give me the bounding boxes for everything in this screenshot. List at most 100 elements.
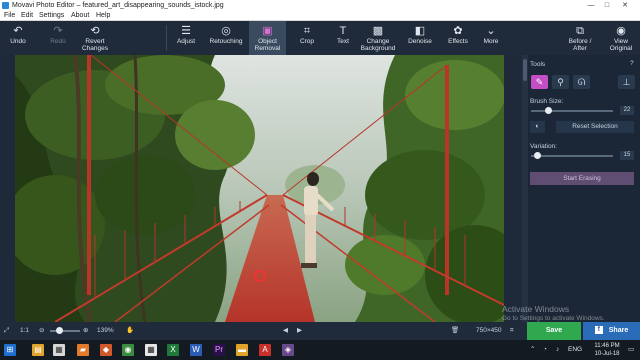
windows-taskbar: ⊞ ▤ ▦ ▰ ◆ ◉ ▦ X W Pr ▬ A ◈ ⌃ ◔ ♪ ENG 11:…	[0, 340, 640, 360]
start-icon[interactable]: ⊞	[4, 344, 16, 356]
brush-tool-button[interactable]: ✎	[531, 75, 548, 89]
zoom-knob[interactable]	[56, 327, 63, 334]
clock[interactable]: 11:46 PM 10-Jul-18	[590, 342, 624, 358]
more-button[interactable]: ⌄ More	[478, 21, 504, 55]
keyboard-language[interactable]: ENG	[568, 340, 582, 360]
brush-size-label: Brush Size:	[530, 98, 564, 105]
change-bg-label-2: Background	[360, 44, 396, 52]
app-icon-orange[interactable]: ▰	[77, 344, 89, 356]
denoise-label: Denoise	[408, 38, 432, 45]
retouch-icon: ◎	[221, 25, 231, 37]
brush-size-knob[interactable]	[545, 107, 552, 114]
variation-knob[interactable]	[534, 152, 541, 159]
undo-label: Undo	[10, 38, 26, 45]
excel-icon[interactable]: X	[167, 344, 179, 356]
word-icon[interactable]: W	[190, 344, 202, 356]
share-button[interactable]: f Share	[583, 322, 640, 340]
minimize-button[interactable]: —	[584, 0, 598, 11]
effects-button[interactable]: ✿ Effects	[443, 21, 473, 55]
watermark-line-1: Activate Windows	[502, 304, 570, 314]
before-after-button[interactable]: ⧉ Before / After	[564, 21, 596, 55]
close-button[interactable]: ✕	[618, 0, 632, 11]
premiere-icon[interactable]: Pr	[213, 344, 225, 356]
view-original-button[interactable]: ◉ View Original	[604, 21, 638, 55]
file-explorer-icon[interactable]: ▤	[32, 344, 44, 356]
object-removal-button[interactable]: ▣ Object Removal	[249, 21, 286, 55]
change-background-button[interactable]: ▩ Change Background	[358, 21, 398, 55]
variation-value[interactable]: 15	[620, 151, 634, 160]
previous-image-icon[interactable]: ◀	[283, 322, 288, 340]
stamp-tool-button[interactable]: ⊥	[618, 75, 635, 89]
background-icon: ▩	[372, 25, 384, 37]
facebook-icon: f	[594, 326, 603, 335]
app-icon-red[interactable]: ◆	[100, 344, 112, 356]
maximize-button[interactable]: □	[600, 0, 614, 11]
revert-changes-button[interactable]: ⟲ Revert Changes	[78, 21, 112, 55]
help-icon[interactable]: ?	[630, 60, 634, 67]
title-bar: Movavi Photo Editor – featured_art_disap…	[0, 0, 640, 11]
more-label: More	[483, 38, 499, 45]
chrome-icon[interactable]: ◉	[122, 344, 134, 356]
brush-cursor	[254, 270, 266, 282]
retouching-button[interactable]: ◎ Retouching	[206, 21, 246, 55]
menu-edit[interactable]: Edit	[21, 11, 33, 21]
eye-icon: ◉	[616, 25, 626, 37]
adjust-button[interactable]: ☰ Adjust	[170, 21, 202, 55]
revert-label-2: Changes	[81, 44, 109, 52]
before-after-icon: ⧉	[576, 25, 584, 37]
folder-icon[interactable]: ▬	[236, 344, 248, 356]
scrollbar-thumb[interactable]	[523, 59, 527, 81]
start-erasing-button[interactable]: Start Erasing	[530, 172, 634, 185]
lasso-tool-button[interactable]: ᘏ	[573, 75, 590, 89]
store-icon[interactable]: ▦	[53, 344, 65, 356]
menu-settings[interactable]: Settings	[39, 11, 64, 21]
fullscreen-icon[interactable]: ⤢	[4, 322, 9, 340]
crop-button[interactable]: ⌗ Crop	[292, 21, 322, 55]
share-label: Share	[608, 327, 629, 334]
watermark-line-2: Go to Settings to activate Windows.	[502, 315, 605, 322]
trash-icon[interactable]: 🗑	[451, 322, 459, 340]
notifications-icon[interactable]: ▭	[628, 340, 634, 360]
text-button[interactable]: T Text	[328, 21, 358, 55]
app-window: Movavi Photo Editor – featured_art_disap…	[0, 0, 640, 360]
canvas-area[interactable]	[0, 55, 522, 322]
brush-size-value[interactable]: 22	[620, 106, 634, 115]
denoise-button[interactable]: ◧ Denoise	[404, 21, 436, 55]
variation-label: Variation:	[530, 143, 557, 150]
menu-help[interactable]: Help	[96, 11, 110, 21]
volume-icon[interactable]: ♪	[556, 340, 559, 360]
movavi-taskbar-icon[interactable]: ◈	[282, 344, 294, 356]
next-image-icon[interactable]: ▶	[297, 322, 302, 340]
view-original-label-2: Original	[609, 44, 633, 52]
brush-mode-button[interactable]: ◐	[530, 121, 545, 133]
calculator-icon[interactable]: ▦	[145, 344, 157, 356]
crop-size-icon[interactable]: ⌗	[510, 322, 514, 340]
panel-scrollbar[interactable]	[522, 55, 528, 322]
window-title: Movavi Photo Editor – featured_art_disap…	[12, 2, 224, 9]
effects-icon: ✿	[453, 25, 463, 37]
hand-tool-icon[interactable]: ✋	[126, 322, 134, 340]
menu-about[interactable]: About	[71, 11, 89, 21]
zoom-out-icon[interactable]: ⊖	[39, 322, 44, 340]
reset-selection-button[interactable]: Reset Selection	[556, 121, 634, 133]
pdf-icon[interactable]: A	[259, 344, 271, 356]
zoom-fit-button[interactable]: 1:1	[20, 322, 29, 340]
brush-size-slider[interactable]	[531, 107, 613, 114]
wifi-icon[interactable]: ◔	[543, 340, 547, 360]
effects-label: Effects	[448, 38, 468, 45]
redo-button[interactable]: ↷ Redo	[42, 21, 74, 55]
magic-wand-tool-button[interactable]: ⚲	[552, 75, 569, 89]
brush-mode-icon: ◐	[535, 123, 540, 130]
adjust-label: Adjust	[176, 38, 196, 45]
undo-button[interactable]: ↶ Undo	[2, 21, 34, 55]
app-logo-icon	[2, 2, 9, 9]
menu-file[interactable]: File	[4, 11, 15, 21]
clock-date: 10-Jul-18	[594, 351, 620, 357]
zoom-in-icon[interactable]: ⊕	[83, 322, 88, 340]
variation-slider[interactable]	[531, 152, 613, 159]
save-button[interactable]: Save	[527, 322, 581, 340]
network-icon[interactable]: ⌃	[530, 340, 535, 360]
magic-wand-icon: ⚲	[557, 77, 564, 87]
zoom-slider[interactable]	[50, 327, 80, 334]
crop-icon: ⌗	[303, 25, 311, 37]
